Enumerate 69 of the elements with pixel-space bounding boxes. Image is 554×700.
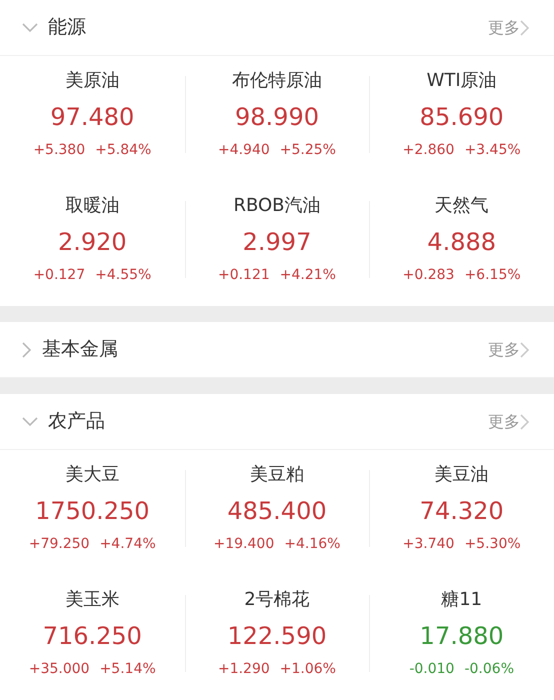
quote-price: 98.990 (235, 102, 319, 133)
quote-tile[interactable]: 取暖油 2.920 +0.127 +4.55% (0, 181, 185, 306)
section-title[interactable]: 基本金属 (42, 335, 118, 364)
quote-tile[interactable]: WTI原油 85.690 +2.860 +3.45% (369, 56, 554, 181)
quote-percent: +1.06% (280, 660, 336, 679)
chevron-down-icon[interactable] (22, 22, 38, 32)
quote-tile[interactable]: 布伦特原油 98.990 +4.940 +5.25% (184, 56, 370, 181)
quote-change: +19.400 (214, 535, 274, 554)
quote-change: +1.290 (218, 660, 270, 679)
section-title[interactable]: 农产品 (48, 407, 105, 436)
quote-price: 716.250 (42, 621, 142, 652)
chevron-down-icon[interactable] (22, 416, 38, 426)
quote-price: 4.888 (427, 227, 496, 258)
quote-percent: +4.21% (280, 266, 336, 285)
quote-change: +3.740 (402, 535, 454, 554)
quote-percent: +5.84% (95, 141, 152, 160)
quote-percent: +5.30% (464, 535, 521, 554)
section-title[interactable]: 能源 (48, 13, 86, 42)
quote-change: +0.283 (402, 266, 454, 285)
quote-tile[interactable]: RBOB汽油 2.997 +0.121 +4.21% (184, 181, 370, 306)
quote-change: +5.380 (33, 141, 86, 160)
quote-price: 122.590 (227, 621, 327, 652)
quote-change: +2.860 (402, 141, 454, 160)
quote-percent: +5.14% (100, 660, 156, 679)
quote-percent: +4.16% (284, 535, 340, 554)
quote-percent: +5.25% (280, 141, 336, 160)
quote-change: +0.127 (33, 266, 86, 285)
quote-name: 美豆粕 (250, 463, 304, 487)
quote-name: 美玉米 (65, 588, 120, 612)
quote-percent: +4.74% (100, 535, 156, 554)
quote-name: 天然气 (434, 194, 489, 218)
quote-tile[interactable]: 美豆油 74.320 +3.740 +5.30% (369, 450, 554, 575)
quote-name: WTI原油 (426, 69, 497, 93)
quote-name: RBOB汽油 (233, 194, 321, 218)
quote-percent: +4.55% (95, 266, 152, 285)
quote-name: 2号棉花 (244, 588, 310, 612)
quote-price: 2.920 (58, 227, 127, 258)
quote-price: 2.997 (242, 227, 312, 258)
quote-price: 85.690 (420, 102, 504, 133)
quote-change: +35.000 (28, 660, 90, 679)
quote-tile[interactable]: 美玉米 716.250 +35.000 +5.14% (0, 575, 185, 700)
quote-percent: +3.45% (464, 141, 521, 160)
quote-change: +0.121 (218, 266, 270, 285)
quote-name: 美原油 (65, 69, 120, 93)
quote-percent: +6.15% (464, 266, 521, 285)
chevron-right-icon[interactable] (520, 20, 530, 36)
quote-name: 美豆油 (434, 463, 489, 487)
quote-tile[interactable]: 美大豆 1750.250 +79.250 +4.74% (0, 450, 185, 575)
quote-tile[interactable]: 美豆粕 485.400 +19.400 +4.16% (184, 450, 370, 575)
chevron-right-icon[interactable] (520, 342, 530, 358)
quote-price: 97.480 (50, 102, 134, 133)
quote-change: +79.250 (28, 535, 90, 554)
quote-tile[interactable]: 美原油 97.480 +5.380 +5.84% (0, 56, 185, 181)
quote-price: 1750.250 (35, 496, 150, 527)
quote-change: -0.010 (409, 660, 454, 679)
quote-tile[interactable]: 2号棉花 122.590 +1.290 +1.06% (184, 575, 370, 700)
quote-name: 取暖油 (65, 194, 120, 218)
quote-price: 485.400 (227, 496, 327, 527)
chevron-right-icon[interactable] (22, 342, 32, 358)
quote-tile[interactable]: 天然气 4.888 +0.283 +6.15% (369, 181, 554, 306)
quote-name: 糖11 (441, 588, 482, 612)
quote-price: 17.880 (420, 621, 504, 652)
quote-name: 布伦特原油 (232, 69, 322, 93)
quote-name: 美大豆 (65, 463, 120, 487)
quote-price: 74.320 (420, 496, 504, 527)
quote-percent: -0.06% (464, 660, 514, 679)
quote-change: +4.940 (218, 141, 270, 160)
chevron-right-icon[interactable] (520, 414, 530, 430)
quote-tile[interactable]: 糖11 17.880 -0.010 -0.06% (369, 575, 554, 700)
